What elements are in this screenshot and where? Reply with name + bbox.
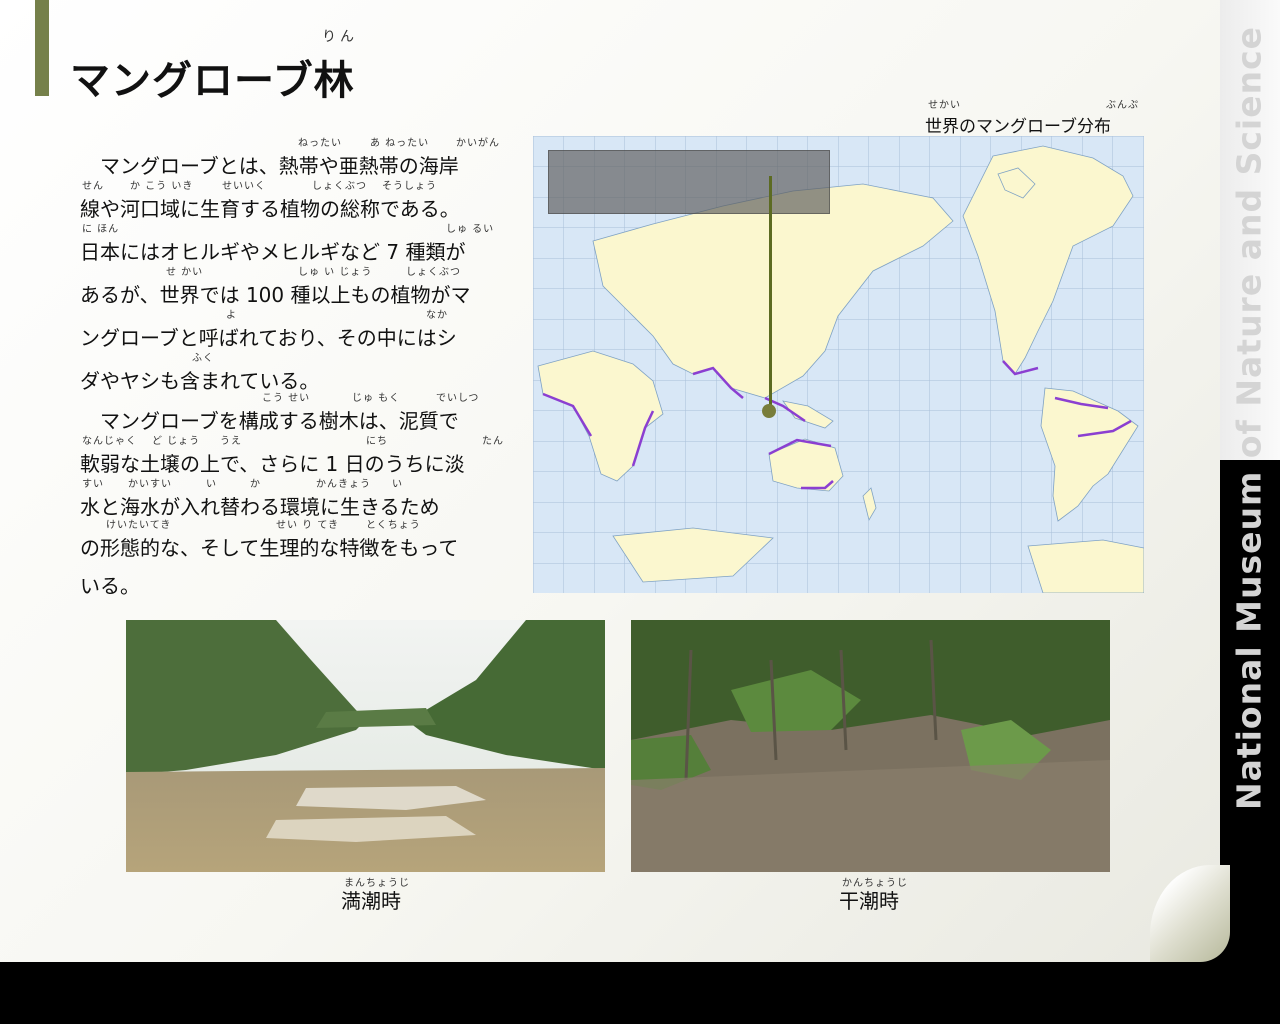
ruby: い [206, 479, 217, 490]
ruby: でいしつ [436, 393, 480, 404]
ruby: こう せい [262, 393, 311, 404]
ruby: じゅ もく [352, 393, 401, 404]
ruby: とくちょう [366, 520, 421, 531]
text-line: 線や河口域に生育する植物の総称である。 [80, 197, 460, 221]
ruby: に ほん [82, 224, 120, 235]
low-tide-caption: 干潮時 [839, 889, 899, 913]
ruby: かんきょう [316, 479, 371, 490]
ruby: しゅ い じょう [298, 267, 373, 278]
text-line: ングローブと呼ばれており、その中にはシ [80, 326, 457, 350]
ruby: ど じょう [152, 436, 201, 447]
text-line: 日本にはオヒルギやメヒルギなど 7 種類が [80, 240, 466, 264]
ruby: にち [366, 436, 388, 447]
ruby: なんじゃく [82, 436, 137, 447]
ruby: よ [226, 310, 237, 321]
ruby: ねったい [298, 138, 342, 149]
ruby: せん [82, 181, 104, 192]
title-ruby: りん [322, 29, 358, 45]
high-tide-photo [126, 620, 605, 872]
ruby: ふく [192, 353, 214, 364]
ruby: たん [482, 436, 504, 447]
ruby: すい [82, 479, 104, 490]
text-line: 軟弱な土壌の上で、さらに 1 日のうちに淡 [80, 452, 465, 476]
ruby: しょくぶつ [406, 267, 461, 278]
text-line: の形態的な、そして生理的な特徴をもって [80, 536, 459, 560]
brand-text: National Museum of Nature and Science [1229, 25, 1269, 811]
ruby: あ ねったい [370, 138, 430, 149]
ruby: かいがん [456, 138, 500, 149]
map-caption: 世界のマングローブ分布 [925, 117, 1111, 137]
ruby: かいすい [128, 479, 172, 490]
ruby: うえ [220, 436, 242, 447]
ruby: そうしょう [382, 181, 437, 192]
map-caption-ruby: ぶんぷ [1106, 100, 1139, 111]
ruby: なか [426, 310, 448, 321]
low-tide-photo [631, 620, 1110, 872]
ruby: か こう いき [130, 181, 194, 192]
map-pointer-line [769, 176, 772, 410]
high-tide-caption: 満潮時 [341, 889, 401, 913]
ruby: しょくぶつ [312, 181, 367, 192]
ruby: せい り てき [276, 520, 340, 531]
ruby: けいたいてき [106, 520, 172, 531]
map-pointer-dot [762, 404, 776, 418]
text-line: あるが、世界では 100 種以上もの植物がマ [80, 283, 471, 307]
title-accent-bar [35, 0, 49, 96]
ruby: せ かい [166, 267, 204, 278]
text-line: マングローブとは、熱帯や亜熱帯の海岸 [80, 154, 459, 178]
map-label-box [548, 150, 830, 214]
ruby: い [392, 479, 403, 490]
ruby: か [250, 479, 261, 490]
ruby: せいいく [222, 181, 266, 192]
map-caption-ruby: せかい [928, 100, 961, 111]
text-line: マングローブを構成する樹木は、泥質で [80, 409, 459, 433]
text-line: いる。 [80, 574, 140, 598]
page-title: マングローブ林 [70, 58, 355, 104]
ruby: しゅ るい [446, 224, 495, 235]
